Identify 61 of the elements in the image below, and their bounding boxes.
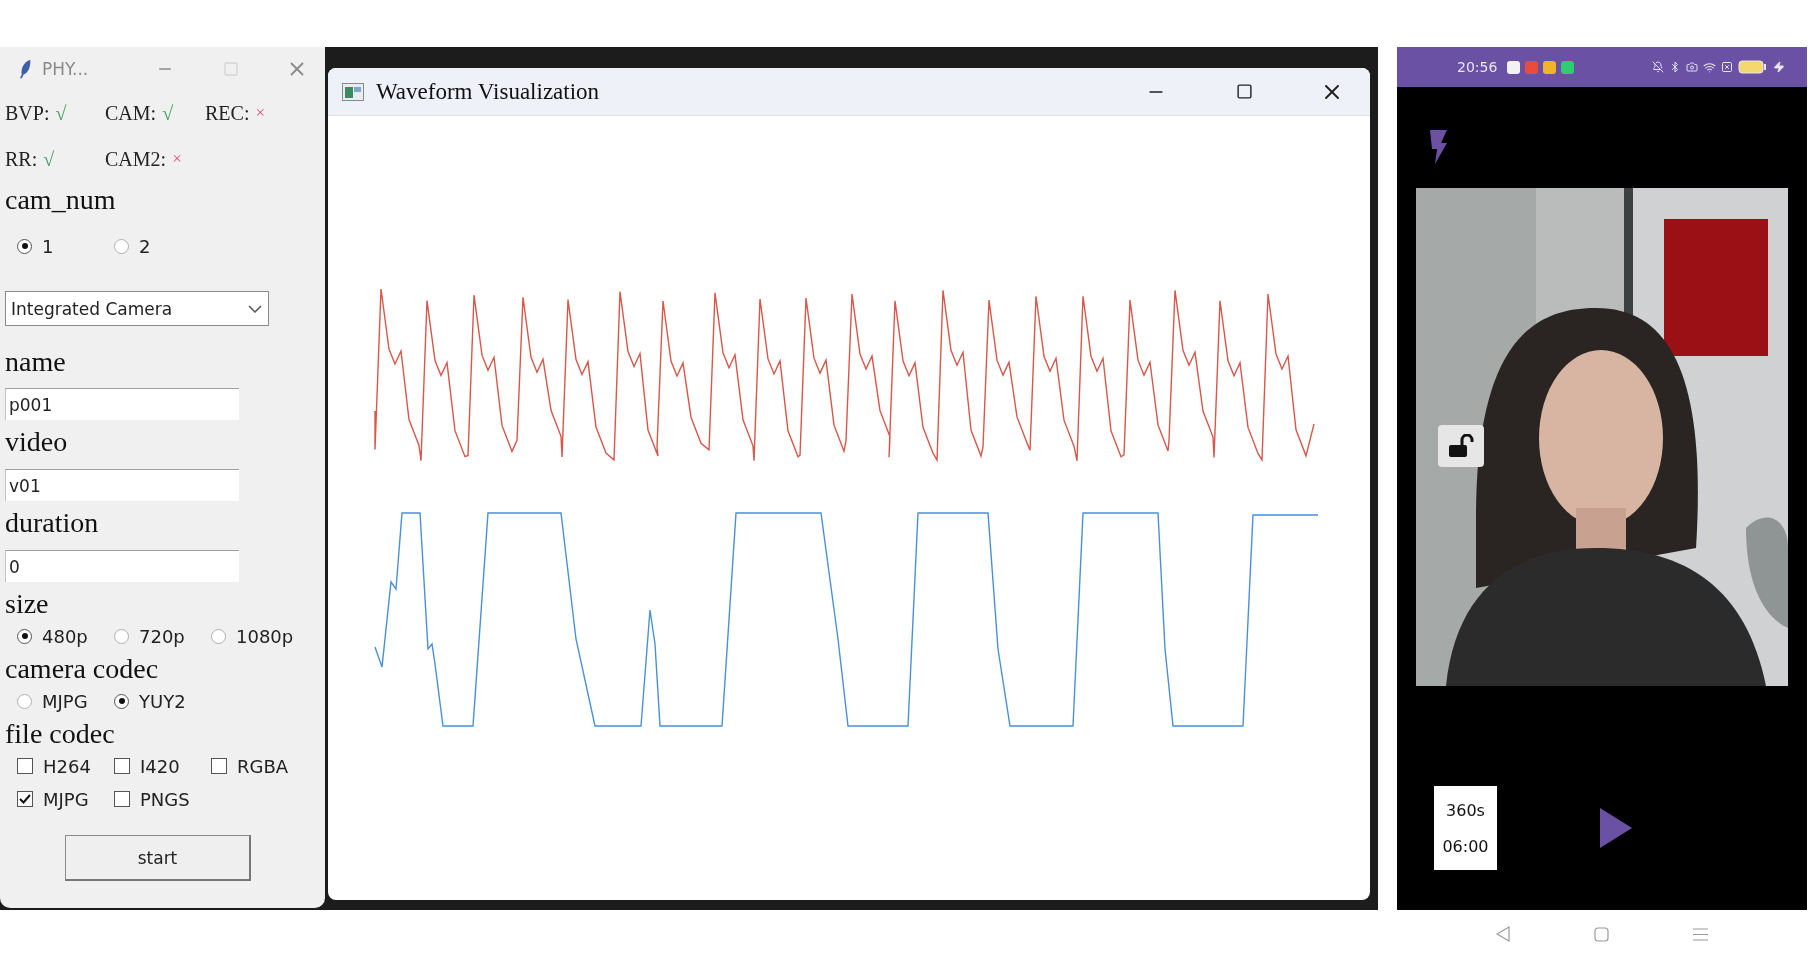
radio-button[interactable]: 720p — [114, 625, 185, 647]
bell-off-icon — [1652, 61, 1664, 73]
section-heading: file codec — [5, 717, 115, 751]
status-mark: × — [172, 149, 182, 169]
bluetooth-icon — [1669, 61, 1681, 73]
status-label: REC: — [205, 101, 250, 125]
play-icon[interactable] — [1600, 808, 1632, 848]
app-icon — [342, 82, 364, 101]
flash-icon[interactable] — [1430, 130, 1448, 164]
chevron-down-icon — [248, 304, 262, 313]
battery-icon — [1738, 60, 1768, 74]
text-field[interactable]: p001 — [5, 388, 239, 420]
app-icon — [1507, 60, 1521, 74]
section-heading: duration — [5, 506, 99, 540]
back-icon[interactable] — [1496, 926, 1510, 942]
status-mark: √ — [55, 101, 67, 125]
timer-clock: 06:00 — [1442, 836, 1489, 856]
checkbox[interactable]: H264 — [17, 755, 91, 777]
charging-icon — [1773, 61, 1785, 73]
status-label: CAM: — [105, 101, 157, 125]
section-heading: camera codec — [5, 652, 159, 686]
checkbox[interactable]: RGBA — [211, 755, 289, 777]
status-mark: √ — [162, 101, 174, 125]
app-icon — [1561, 60, 1575, 74]
text-field[interactable]: v01 — [5, 469, 239, 501]
section-heading: size — [5, 587, 49, 621]
section-heading: video — [5, 425, 68, 459]
radio-button[interactable]: 1080p — [211, 625, 294, 647]
radio-button[interactable]: 2 — [114, 235, 151, 257]
status-mark: √ — [43, 147, 55, 171]
maximize-icon[interactable] — [1235, 83, 1253, 100]
section-heading: name — [5, 345, 66, 379]
radio-button[interactable]: MJPG — [17, 690, 88, 712]
camera-icon — [1686, 61, 1698, 73]
app-icon — [1525, 60, 1539, 74]
home-icon[interactable] — [1594, 926, 1609, 942]
menu-icon[interactable] — [1693, 927, 1708, 941]
radio-button[interactable]: YUY2 — [114, 690, 186, 712]
checkbox[interactable]: I420 — [114, 755, 180, 777]
screen-icon — [1721, 61, 1733, 73]
wifi-icon — [1703, 60, 1716, 74]
checkmark-icon — [19, 794, 31, 804]
camera-dropdown[interactable]: Integrated Camera — [5, 291, 269, 326]
status-mark: × — [255, 103, 266, 123]
radio-button[interactable]: 1 — [17, 235, 54, 257]
timer-seconds: 360s — [1446, 800, 1485, 820]
app-icon — [1543, 60, 1557, 74]
unlock-icon[interactable] — [1438, 425, 1484, 467]
status-label: RR: — [5, 147, 38, 171]
window-title: PHY... — [42, 58, 90, 79]
window-title: Waveform Visualization — [376, 78, 601, 105]
checkbox[interactable]: PNGS — [114, 788, 190, 810]
status-label: CAM2: — [105, 147, 167, 171]
start-button[interactable]: start — [65, 835, 251, 881]
status-label: BVP: — [5, 101, 50, 125]
checkbox[interactable]: MJPG — [17, 788, 89, 810]
status-time: 20:56 — [1457, 59, 1498, 75]
feather-icon — [19, 57, 32, 80]
section-heading: cam_num — [5, 183, 116, 217]
radio-button[interactable]: 480p — [17, 625, 88, 647]
text-field[interactable]: 0 — [5, 550, 239, 582]
